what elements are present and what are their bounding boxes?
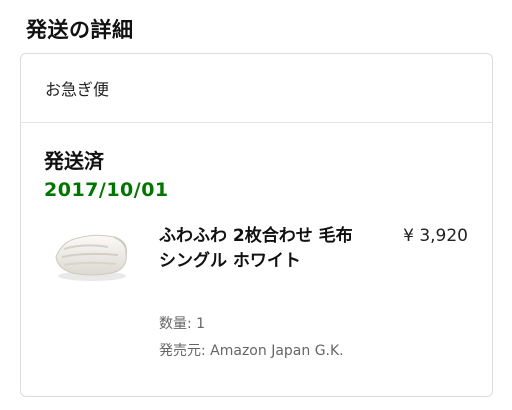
product-seller: 発売元: Amazon Japan G.K. [159, 343, 344, 359]
shipping-speed-label: お急ぎ便 [45, 80, 110, 99]
shipping-speed-row: お急ぎ便 [21, 54, 492, 123]
shipment-card: お急ぎ便 発送済 2017/10/01 ふわふわ 2枚合わせ 毛布 シングル ホ… [20, 53, 493, 397]
shipment-date: 2017/10/01 [44, 179, 169, 201]
product-price: ¥ 3,920 [403, 226, 468, 246]
section-title: 発送の詳細 [26, 18, 134, 42]
blanket-icon [55, 234, 127, 281]
product-thumbnail[interactable] [48, 221, 132, 285]
shipping-details-page: 発送の詳細 お急ぎ便 発送済 2017/10/01 ふわふわ 2枚合わせ 毛布 … [0, 0, 512, 410]
shipment-body: 発送済 2017/10/01 ふわふわ 2枚合わせ 毛布 シングル ホワイト ¥… [21, 123, 492, 396]
product-title-link[interactable]: ふわふわ 2枚合わせ 毛布 シングル ホワイト [159, 224, 369, 274]
shipment-status: 発送済 [44, 149, 104, 173]
product-quantity: 数量: 1 [159, 316, 206, 332]
